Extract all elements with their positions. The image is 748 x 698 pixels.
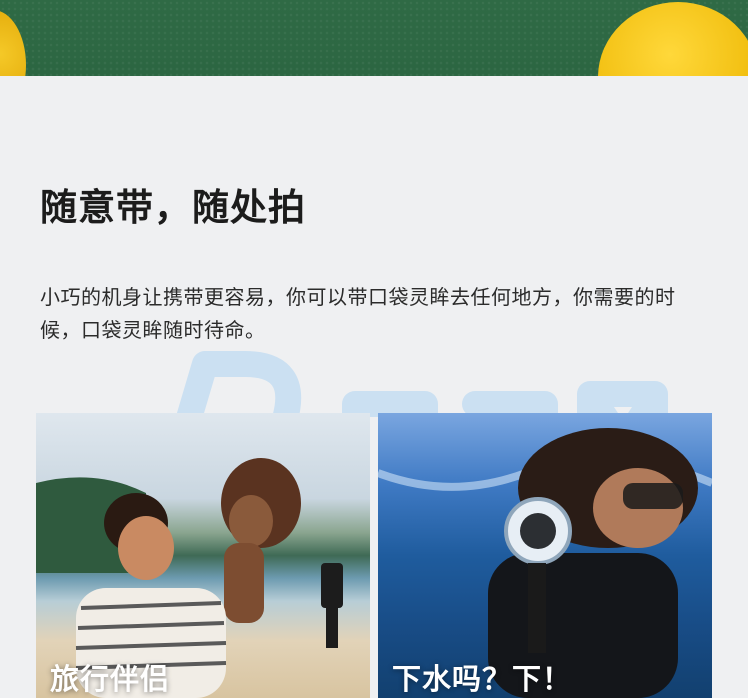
underwater-photo-card[interactable]: 下水吗？下！ (378, 413, 712, 698)
section-description: 小巧的机身让携带更容易，你可以带口袋灵眸去任何地方，你需要的时候，口袋灵眸随时待… (40, 285, 676, 342)
travel-caption: 旅行伴侣 (50, 662, 171, 696)
lemon-left-image (0, 10, 26, 76)
travel-photo-card[interactable]: 旅行伴侣 (36, 413, 370, 698)
underwater-caption: 下水吗？下！ (392, 662, 573, 696)
hero-banner-image (0, 0, 748, 76)
section-heading: 随意带，随处拍 (40, 186, 306, 229)
lemon-right-image (598, 2, 748, 76)
feature-section: 随意带，随处拍 小巧的机身让携带更容易，你可以带口袋灵眸去任何地方，你需要的时候… (0, 76, 748, 698)
